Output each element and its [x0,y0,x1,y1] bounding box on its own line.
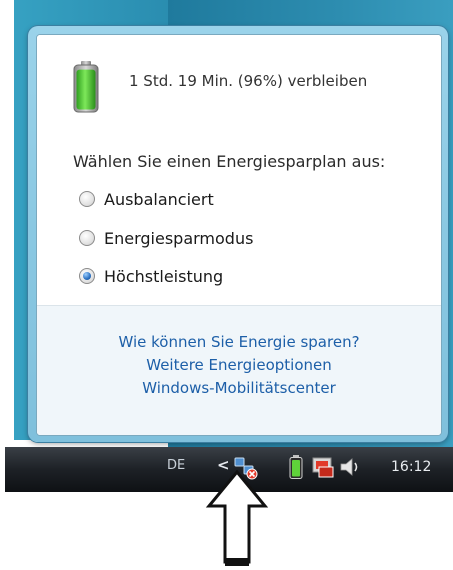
radio-button[interactable] [79,191,95,207]
plan-option-ausbalanciert[interactable]: Ausbalanciert [79,188,214,210]
plan-option-label: Ausbalanciert [104,189,214,209]
taskbar-clock[interactable]: 16:12 [391,459,431,475]
link-mobility-center[interactable]: Windows-Mobilitätscenter [37,379,441,397]
plan-option-label: Höchstleistung [104,266,224,286]
plan-option-label: Energiesparmodus [104,228,254,248]
link-more-power-options[interactable]: Weitere Energieoptionen [37,356,441,374]
language-indicator[interactable]: DE [167,458,185,473]
plan-prompt-label: Wählen Sie einen Energiesparplan aus: [73,152,386,171]
power-links-section: Wie können Sie Energie sparen? Weitere E… [37,305,441,435]
volume-icon[interactable] [339,455,361,479]
battery-icon [73,61,99,113]
power-status-section: 1 Std. 19 Min. (96%) verbleiben Wählen S… [37,35,441,305]
power-flyout: 1 Std. 19 Min. (96%) verbleiben Wählen S… [28,26,448,442]
safely-remove-icon[interactable] [311,455,337,479]
radio-button-selected[interactable] [79,268,95,284]
radio-button[interactable] [79,230,95,246]
pointer-arrow-icon [205,470,269,566]
plan-option-energiesparmodus[interactable]: Energiesparmodus [79,227,253,249]
battery-tray-icon[interactable] [289,455,303,479]
power-flyout-content: 1 Std. 19 Min. (96%) verbleiben Wählen S… [36,34,442,436]
battery-status-text: 1 Std. 19 Min. (96%) verbleiben [129,72,368,90]
link-energy-saving-tips[interactable]: Wie können Sie Energie sparen? [37,333,441,351]
plan-option-hoechstleistung[interactable]: Höchstleistung [79,265,223,287]
